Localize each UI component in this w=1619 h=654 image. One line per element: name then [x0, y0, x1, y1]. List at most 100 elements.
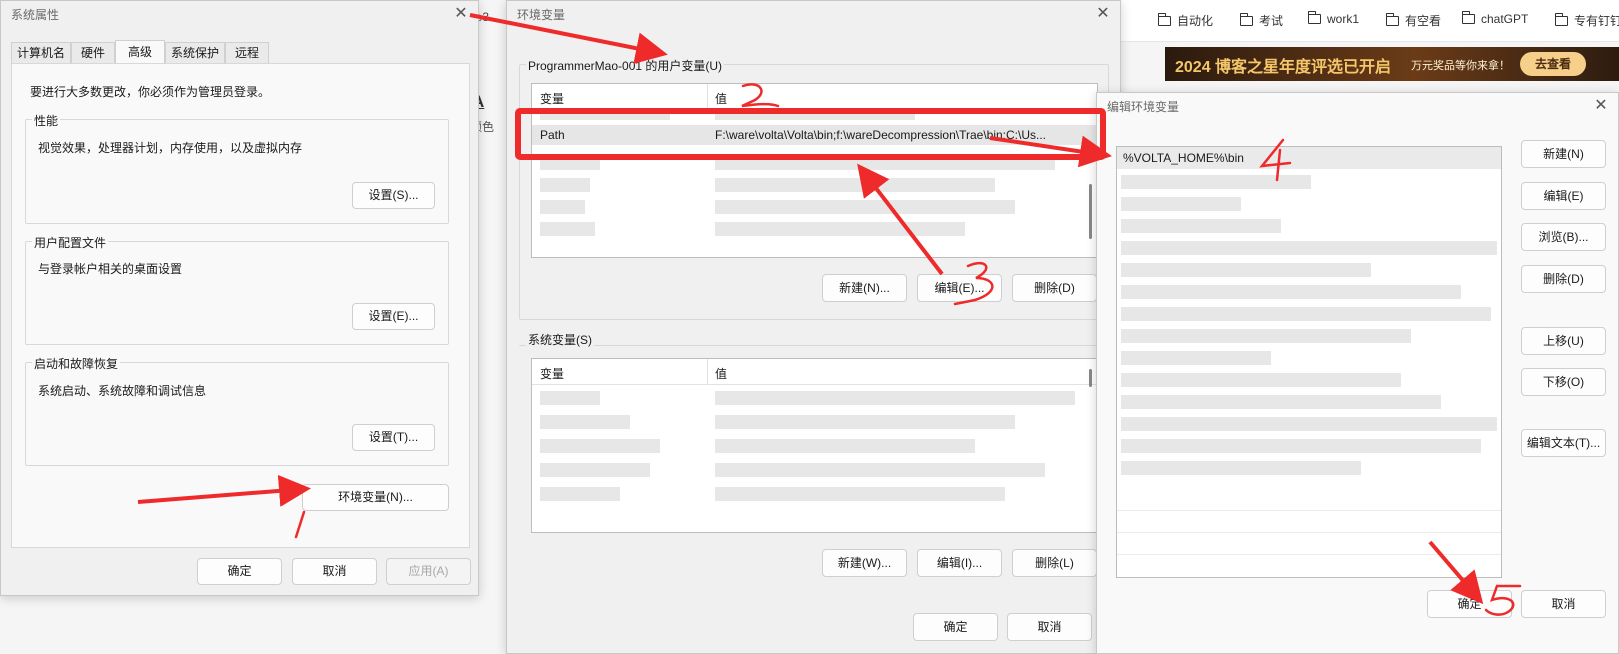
- empty-row-line: [1117, 532, 1501, 533]
- folder-icon: [1157, 12, 1171, 26]
- blurred-row: [715, 415, 1015, 429]
- startup-recovery-desc: 系统启动、系统故障和调试信息: [38, 384, 207, 398]
- close-icon[interactable]: ✕: [1592, 97, 1610, 115]
- tab-system-protection[interactable]: 系统保护: [165, 42, 225, 64]
- apply-button[interactable]: 应用(A): [386, 558, 471, 585]
- tab-advanced[interactable]: 高级: [115, 40, 165, 64]
- startup-recovery-settings-button[interactable]: 设置(T)...: [352, 424, 435, 451]
- scrollbar[interactable]: [1089, 369, 1092, 387]
- blurred-entry: [1121, 373, 1401, 387]
- scrollbar[interactable]: [1089, 184, 1092, 239]
- system-new-button[interactable]: 新建(W)...: [822, 549, 907, 577]
- system-variables-title: 系统变量(S): [526, 331, 594, 348]
- entry-text: %VOLTA_HOME%\bin: [1123, 151, 1244, 165]
- blurred-entry: [1121, 439, 1481, 453]
- bookmark-automation[interactable]: 自动化: [1157, 12, 1213, 29]
- bookmark-dingtalk[interactable]: 专有钉钉: [1554, 12, 1619, 29]
- tab-hardware[interactable]: 硬件: [71, 42, 115, 64]
- delete-entry-button[interactable]: 删除(D): [1521, 265, 1606, 293]
- column-header-value[interactable]: 值: [715, 365, 727, 382]
- cancel-button[interactable]: 取消: [1521, 590, 1606, 618]
- move-up-button[interactable]: 上移(U): [1521, 327, 1606, 355]
- close-icon[interactable]: ✕: [452, 5, 470, 23]
- blurred-row: [540, 415, 630, 429]
- folder-icon: [1307, 11, 1321, 24]
- ok-button[interactable]: 确定: [197, 558, 282, 585]
- promo-banner[interactable]: 2024 博客之星年度评选已开启 万元奖品等你来拿！ 去查看: [1165, 47, 1619, 81]
- user-delete-button[interactable]: 删除(D): [1012, 274, 1097, 302]
- blurred-entry: [1121, 241, 1497, 255]
- folder-icon: [1385, 12, 1399, 26]
- performance-desc: 视觉效果，处理器计划，内存使用，以及虚拟内存: [38, 141, 303, 155]
- list-header: 变量 值: [532, 359, 1097, 385]
- blurred-entry: [1121, 329, 1411, 343]
- blurred-entry: [1121, 461, 1361, 475]
- environment-variables-button[interactable]: 环境变量(N)...: [302, 484, 449, 511]
- browse-button[interactable]: 浏览(B)...: [1521, 223, 1606, 251]
- ok-button[interactable]: 确定: [913, 613, 998, 641]
- admin-note: 要进行大多数更改，你必须作为管理员登录。: [30, 85, 271, 99]
- empty-row-line: [1117, 510, 1501, 511]
- user-variables-list[interactable]: 变量 值 Path F:\ware\volta\Volta\bin;f:\war…: [531, 83, 1098, 258]
- column-divider: [707, 84, 708, 110]
- window-title: 编辑环境变量: [1107, 100, 1180, 114]
- bookmark-work1[interactable]: work1: [1307, 11, 1359, 26]
- banner-title: 2024 博客之星年度评选已开启: [1175, 59, 1392, 76]
- blurred-entry: [1121, 285, 1461, 299]
- selected-entry[interactable]: %VOLTA_HOME%\bin: [1117, 147, 1501, 169]
- system-edit-button[interactable]: 编辑(I)...: [917, 549, 1002, 577]
- blurred-entry: [1121, 417, 1497, 431]
- ok-button[interactable]: 确定: [1427, 590, 1512, 618]
- blurred-entry: [1121, 197, 1241, 211]
- blurred-entry: [1121, 219, 1281, 233]
- performance-title: 性能: [32, 112, 61, 129]
- blurred-row: [715, 391, 1075, 405]
- empty-row-line: [1117, 554, 1501, 555]
- bookmark-read-later[interactable]: 有空看: [1385, 12, 1441, 29]
- blurred-row: [540, 222, 595, 236]
- path-entries-list[interactable]: %VOLTA_HOME%\bin: [1116, 146, 1502, 578]
- blurred-row: [540, 439, 660, 453]
- system-delete-button[interactable]: 删除(L): [1012, 549, 1097, 577]
- banner-button[interactable]: 去查看: [1520, 52, 1586, 76]
- blurred-row: [715, 487, 1005, 501]
- user-profile-settings-button[interactable]: 设置(E)...: [352, 303, 435, 330]
- blurred-row: [715, 439, 975, 453]
- blurred-row: [715, 200, 1015, 214]
- blurred-row: [540, 391, 600, 405]
- user-profile-desc: 与登录帐户相关的桌面设置: [38, 262, 183, 276]
- user-edit-button[interactable]: 编辑(E)...: [917, 274, 1002, 302]
- blurred-row: [715, 156, 1055, 170]
- cancel-button[interactable]: 取消: [1007, 613, 1092, 641]
- blurred-row: [540, 487, 620, 501]
- edit-text-button[interactable]: 编辑文本(T)...: [1521, 429, 1606, 457]
- blurred-row: [715, 178, 995, 192]
- tab-computer-name[interactable]: 计算机名: [11, 42, 71, 64]
- bookmark-exam[interactable]: 考试: [1239, 12, 1283, 29]
- blurred-entry: [1121, 351, 1271, 365]
- column-header-variable[interactable]: 变量: [540, 365, 564, 382]
- column-divider: [707, 359, 708, 385]
- new-entry-button[interactable]: 新建(N): [1521, 140, 1606, 168]
- list-item[interactable]: Path F:\ware\volta\Volta\bin;f:\wareDeco…: [532, 125, 1097, 145]
- folder-icon: [1461, 11, 1475, 24]
- system-variables-list[interactable]: 变量 值: [531, 358, 1098, 533]
- blurred-row: [540, 156, 600, 170]
- performance-settings-button[interactable]: 设置(S)...: [352, 182, 435, 209]
- blurred-row: [540, 112, 670, 120]
- edit-entry-button[interactable]: 编辑(E): [1521, 182, 1606, 210]
- cancel-button[interactable]: 取消: [292, 558, 377, 585]
- blurred-entry: [1121, 263, 1371, 277]
- close-icon[interactable]: ✕: [1094, 5, 1112, 23]
- window-title: 环境变量: [517, 8, 566, 22]
- folder-icon: [1554, 12, 1568, 26]
- column-header-variable[interactable]: 变量: [540, 90, 564, 107]
- tab-remote[interactable]: 远程: [225, 42, 269, 64]
- column-header-value[interactable]: 值: [715, 90, 727, 107]
- user-new-button[interactable]: 新建(N)...: [822, 274, 907, 302]
- move-down-button[interactable]: 下移(O): [1521, 368, 1606, 396]
- bookmark-chatgpt[interactable]: chatGPT: [1461, 11, 1528, 26]
- user-profile-title: 用户配置文件: [32, 234, 109, 251]
- path-variable-value: F:\ware\volta\Volta\bin;f:\wareDecompres…: [715, 128, 1047, 142]
- startup-recovery-title: 启动和故障恢复: [32, 355, 121, 372]
